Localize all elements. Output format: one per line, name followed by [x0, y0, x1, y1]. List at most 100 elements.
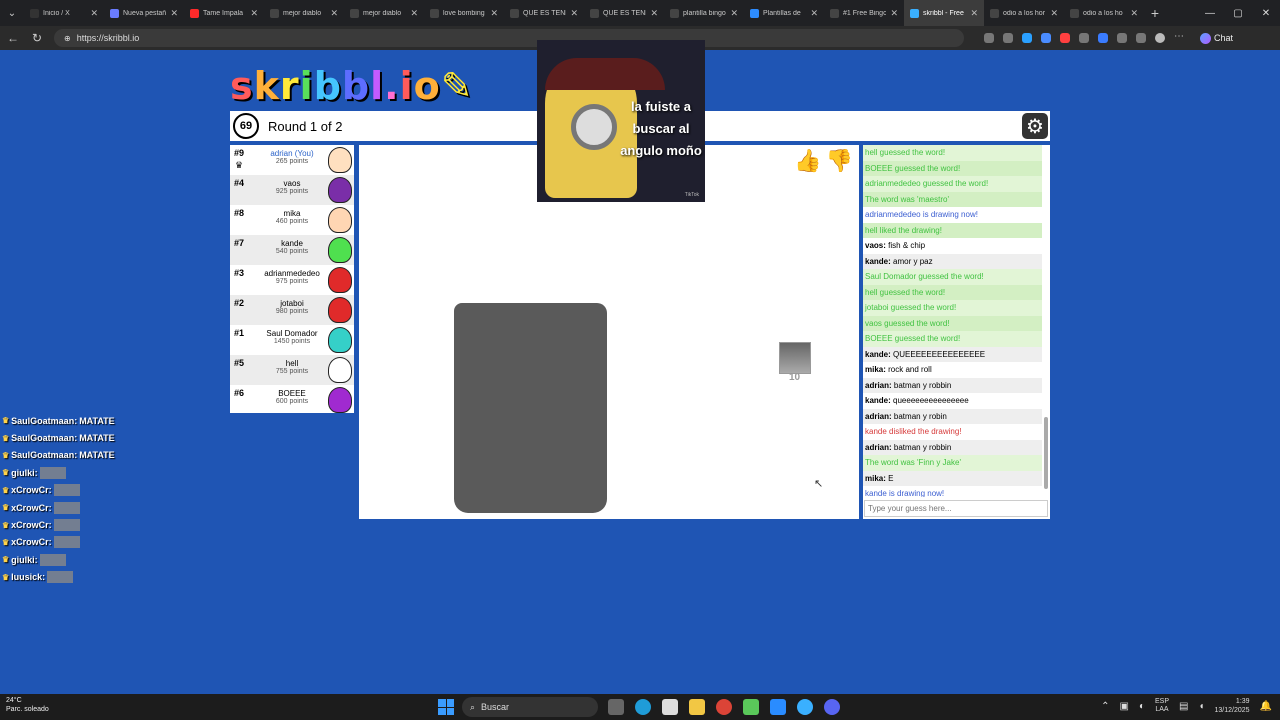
extension-icon[interactable] [1098, 33, 1108, 43]
new-tab-button[interactable]: + [1144, 5, 1166, 21]
tray-chevron-icon[interactable]: ⌃ [1101, 701, 1109, 712]
tab-close-icon[interactable]: ✕ [250, 8, 258, 19]
browser-tab[interactable]: odio a los hor ✕ [984, 0, 1064, 26]
tab-close-icon[interactable]: ✕ [410, 8, 418, 19]
tab-favicon-icon [750, 8, 759, 18]
maximize-icon[interactable]: ▢ [1224, 0, 1252, 26]
profile-avatar-icon[interactable] [1155, 33, 1165, 43]
clock[interactable]: 1:39 13/12/2025 [1215, 697, 1250, 715]
extension-icon[interactable] [1079, 33, 1089, 43]
player-avatar [328, 147, 352, 173]
chat-message: BOEEE guessed the word! [863, 331, 1042, 347]
extension-icon[interactable] [1022, 33, 1032, 43]
player-row[interactable]: #6 BOEEE 600 points [230, 385, 354, 415]
player-rank: #1 [234, 328, 245, 338]
edge-icon[interactable] [635, 699, 651, 715]
site-info-icon[interactable]: ⊕ [64, 34, 71, 43]
store-icon[interactable] [662, 699, 678, 715]
tray-app-icon[interactable]: ◐ [1139, 701, 1145, 712]
media-player-icon[interactable] [743, 699, 759, 715]
chat-user: adrian: [865, 411, 892, 421]
extension-icon[interactable] [1060, 33, 1070, 43]
player-list: #9 ♛ adrian (You) 265 points #4 vaos 925 point… [230, 145, 354, 413]
browser-tab[interactable]: #1 Free Bingo ✕ [824, 0, 904, 26]
player-row[interactable]: #3 adrianmededeo 975 points [230, 265, 354, 295]
player-avatar [328, 207, 352, 233]
tray-app-icon[interactable]: ▣ [1119, 701, 1128, 712]
player-row[interactable]: #7 kande 540 points [230, 235, 354, 265]
settings-gear-icon[interactable]: ⚙ [1022, 113, 1048, 139]
stream-chat-user: SaulGoatmaan: [11, 415, 78, 426]
network-icon[interactable]: ▤ [1179, 701, 1188, 712]
language-indicator[interactable]: ESP LAA [1155, 698, 1169, 714]
browser-tab[interactable]: skribbl - Free ✕ [904, 0, 984, 26]
taskbar-search[interactable]: ⌕ Buscar [462, 697, 598, 717]
guess-input[interactable] [864, 500, 1048, 517]
url-field[interactable]: ⊕ https://skribbl.io [54, 29, 964, 47]
browser-tab[interactable]: plantilla bingo ✕ [664, 0, 744, 26]
more-menu-icon[interactable]: ⋯ [1174, 32, 1184, 43]
player-row[interactable]: #5 hell 755 points [230, 355, 354, 385]
chat-text: adrianmededeo is drawing now! [865, 210, 978, 219]
copilot-chat-button[interactable]: Chat [1200, 32, 1233, 44]
favorite-star-icon[interactable] [1003, 33, 1013, 43]
tab-close-icon[interactable]: ✕ [650, 8, 658, 19]
tab-menu-chevron-icon[interactable]: ⌄ [0, 0, 24, 26]
thumbs-up-icon[interactable]: 👍 [794, 148, 821, 174]
notifications-bell-icon[interactable]: 🔔 [1260, 701, 1272, 712]
task-view-icon[interactable] [608, 699, 624, 715]
chat-text: batman y robin [893, 411, 947, 421]
browser-tab[interactable]: Plantillas de ✕ [744, 0, 824, 26]
tab-close-icon[interactable]: ✕ [1050, 8, 1058, 19]
scroll-thumb[interactable] [1044, 417, 1048, 489]
tab-close-icon[interactable]: ✕ [890, 8, 898, 19]
discord-icon[interactable] [824, 699, 840, 715]
tab-close-icon[interactable]: ✕ [970, 8, 978, 19]
file-explorer-icon[interactable] [689, 699, 705, 715]
back-icon[interactable]: ← [6, 31, 20, 45]
player-row[interactable]: #9 ♛ adrian (You) 265 points [230, 145, 354, 175]
thumbs-down-icon[interactable]: 👎 [826, 148, 853, 174]
app-icon[interactable] [770, 699, 786, 715]
chat-scrollbar[interactable] [1043, 147, 1049, 493]
browser-tab[interactable]: mejor diablo ✕ [264, 0, 344, 26]
player-row[interactable]: #1 Saul Domador 1450 points [230, 325, 354, 355]
minimize-icon[interactable]: — [1196, 0, 1224, 26]
player-row[interactable]: #4 vaos 925 points [230, 175, 354, 205]
browser-tab[interactable]: odio a los ho ✕ [1064, 0, 1144, 26]
tab-close-icon[interactable]: ✕ [730, 8, 738, 19]
stream-chat-text: MATATE [79, 450, 115, 461]
browser-tab[interactable]: Nueva pestaña ✕ [104, 0, 184, 26]
tab-close-icon[interactable]: ✕ [330, 8, 338, 19]
close-window-icon[interactable]: ✕ [1252, 0, 1280, 26]
tab-close-icon[interactable]: ✕ [570, 8, 578, 19]
player-row[interactable]: #2 jotaboi 980 points [230, 295, 354, 325]
translate-icon[interactable] [984, 33, 994, 43]
browser-tab[interactable]: QUE ES TENER ✕ [504, 0, 584, 26]
player-row[interactable]: #8 mika 460 points [230, 205, 354, 235]
browser-tab[interactable]: love bombing ✕ [424, 0, 504, 26]
tab-close-icon[interactable]: ✕ [90, 8, 98, 19]
browser-tab[interactable]: mejor diablo ✕ [344, 0, 424, 26]
weather-widget[interactable]: 24°C Parc. soleado [6, 696, 49, 714]
tab-close-icon[interactable]: ✕ [1130, 8, 1138, 19]
volume-icon[interactable]: ◖ [1198, 701, 1204, 712]
chat-text: jotaboi guessed the word! [865, 303, 957, 312]
collections-icon[interactable] [1136, 33, 1146, 43]
stream-chat-user: xCrowCr: [11, 537, 52, 548]
browser-tab[interactable]: Inicio / X ✕ [24, 0, 104, 26]
chrome-icon[interactable] [716, 699, 732, 715]
weather-temp: 24°C [6, 697, 22, 704]
tab-close-icon[interactable]: ✕ [170, 8, 178, 19]
browser-tab[interactable]: Tame Impala ✕ [184, 0, 264, 26]
mouse-cursor-icon: ↖ [814, 478, 824, 490]
tab-close-icon[interactable]: ✕ [810, 8, 818, 19]
extension-icon[interactable] [1117, 33, 1127, 43]
browser-tab[interactable]: QUE ES TENER ✕ [584, 0, 664, 26]
reload-icon[interactable]: ↻ [30, 31, 44, 45]
windows-start-icon[interactable] [438, 699, 454, 715]
tab-close-icon[interactable]: ✕ [490, 8, 498, 19]
tab-favicon-icon [270, 8, 279, 18]
extension-icon[interactable] [1041, 33, 1051, 43]
browser-icon[interactable] [797, 699, 813, 715]
